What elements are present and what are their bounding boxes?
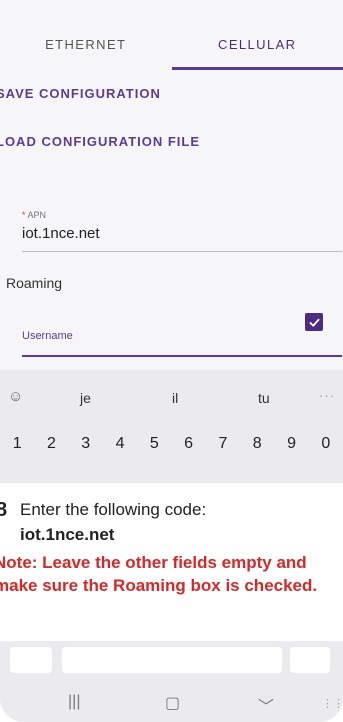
suggestion-1[interactable]: je [80, 390, 91, 406]
instruction-callout: 8 Enter the following code: iot.1nce.net… [0, 483, 343, 641]
roaming-checkbox[interactable] [305, 313, 323, 331]
step-text: Enter the following code: [20, 500, 207, 519]
suggestion-bar: ☺ je il tu ··· [0, 370, 343, 424]
back-icon[interactable]: ﹀ [258, 693, 274, 717]
emoji-icon[interactable]: ☺ [8, 388, 23, 405]
keyboard-icon[interactable]: ⋮⋮ [322, 697, 343, 710]
tab-ethernet[interactable]: ETHERNET [0, 18, 172, 70]
step-number: 8 [0, 499, 8, 521]
suggestion-3[interactable]: tu [258, 390, 270, 406]
key-3[interactable]: 3 [69, 424, 103, 464]
key-6[interactable]: 6 [171, 424, 205, 464]
username-label: Username [22, 330, 73, 342]
roaming-label: Roaming [6, 275, 63, 291]
apn-label: * APN [22, 210, 46, 220]
save-configuration-button[interactable]: SAVE CONFIGURATION [0, 86, 161, 101]
key-period[interactable] [290, 647, 330, 673]
phone-screen: ETHERNET CELLULAR SAVE CONFIGURATION LOA… [0, 0, 343, 722]
key-2[interactable]: 2 [34, 424, 68, 464]
navigation-bar: ||| ▢ ﹀ ⋮⋮ [0, 681, 343, 722]
tab-cellular[interactable]: CELLULAR [171, 18, 343, 70]
recent-apps-icon[interactable]: ||| [68, 693, 80, 711]
key-comma[interactable] [10, 647, 52, 673]
number-row: 1 2 3 4 5 6 7 8 9 0 [0, 424, 343, 464]
suggestion-2[interactable]: il [172, 390, 178, 406]
key-0[interactable]: 0 [309, 424, 343, 464]
more-icon[interactable]: ··· [319, 388, 335, 403]
key-4[interactable]: 4 [103, 424, 137, 464]
keyboard-bottom-row [0, 641, 343, 681]
key-1[interactable]: 1 [0, 424, 34, 464]
key-8[interactable]: 8 [240, 424, 274, 464]
apn-input[interactable]: iot.1nce.net [22, 225, 100, 242]
load-configuration-file-button[interactable]: LOAD CONFIGURATION FILE [0, 134, 200, 149]
checkmark-icon [309, 318, 319, 327]
apn-underline [22, 251, 342, 252]
key-5[interactable]: 5 [137, 424, 171, 464]
key-7[interactable]: 7 [206, 424, 240, 464]
key-space[interactable] [62, 647, 282, 673]
apn-label-text: APN [27, 210, 47, 220]
home-icon[interactable]: ▢ [165, 693, 180, 713]
apn-code: iot.1nce.net [20, 525, 115, 544]
warning-note: Note: Leave the other fields empty and m… [0, 553, 318, 595]
required-marker: * [22, 210, 26, 220]
status-bar [0, 0, 343, 14]
tab-bar: ETHERNET CELLULAR [0, 18, 343, 70]
key-9[interactable]: 9 [274, 424, 308, 464]
username-input-underline[interactable] [22, 355, 342, 357]
